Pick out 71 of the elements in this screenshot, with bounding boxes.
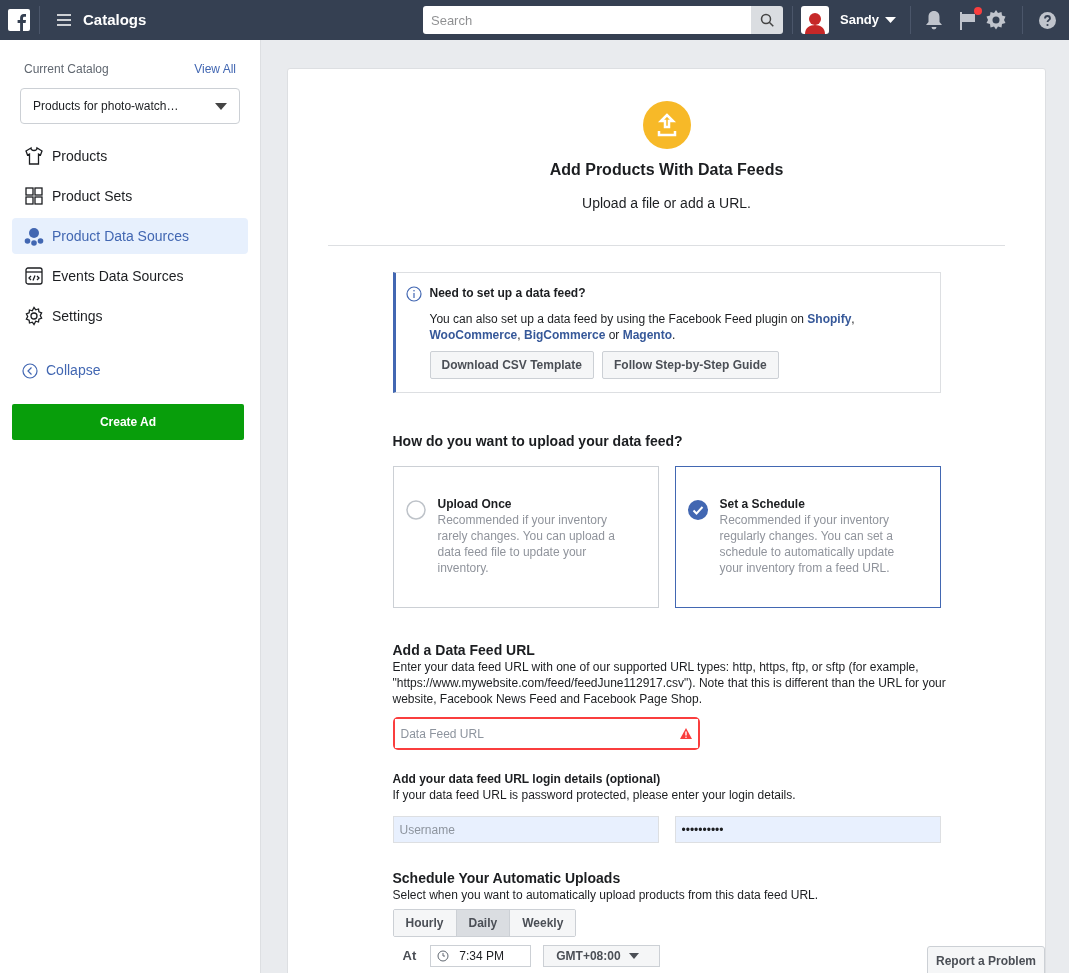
report-problem-button[interactable]: Report a Problem	[927, 946, 1045, 973]
at-label: At	[402, 947, 417, 966]
timezone-dropdown[interactable]: GMT+08:00	[543, 945, 661, 967]
option-description: Recommended if your inventory regularly changes. You can set a schedule to automatically update your inventory from a feed URL.	[719, 512, 896, 576]
sidebar-item[interactable]: Product Sets	[12, 178, 248, 214]
sidebar-item[interactable]: Settings	[12, 298, 248, 334]
chevron-left-circle-icon[interactable]	[22, 362, 38, 379]
search-icon	[760, 13, 774, 27]
platform-link[interactable]: Shopify	[807, 312, 852, 326]
section-description: If your data feed URL is password protected, please enter your login details.	[392, 787, 797, 803]
shirt-icon	[24, 146, 44, 166]
section-description: Select when you want to automatically upload products from this data feed URL.	[392, 887, 820, 903]
frequency-tab[interactable]: Daily	[455, 910, 510, 936]
menu-icon[interactable]	[57, 14, 71, 26]
upload-option-card[interactable]: Upload Once Recommended if your inventory rarely changes. You can upload a data feed file to update your inventory.	[392, 466, 659, 608]
flag-icon	[960, 12, 976, 30]
frequency-tab[interactable]: Weekly	[509, 910, 576, 936]
page-heading: Add Products With Data Feeds	[549, 160, 784, 180]
warning-icon	[679, 728, 692, 739]
sidebar-item[interactable]: Events Data Sources	[12, 258, 248, 294]
sidebar-item[interactable]: Product Data Sources	[12, 218, 248, 254]
code-window-icon	[24, 266, 44, 286]
help-icon[interactable]	[1039, 11, 1056, 29]
section-heading: Schedule Your Automatic Uploads	[392, 869, 622, 887]
page-title: Catalogs	[83, 9, 147, 30]
grid-icon	[24, 186, 44, 206]
view-all-link[interactable]: View All	[194, 60, 236, 78]
section-heading: Add a Data Feed URL	[392, 641, 536, 659]
dots-cluster-icon	[24, 226, 44, 246]
option-title: Set a Schedule	[719, 496, 806, 512]
option-title: Upload Once	[437, 496, 513, 512]
platform-link[interactable]: BigCommerce	[523, 328, 606, 342]
user-name[interactable]: Sandy	[840, 10, 879, 30]
radio-checked-icon[interactable]	[687, 500, 708, 520]
time-field[interactable]: 7:34 PM	[430, 945, 532, 967]
info-icon	[405, 286, 422, 302]
flag-button[interactable]	[960, 10, 980, 30]
section-heading: How do you want to upload your data feed?	[392, 432, 684, 451]
page-subtitle: Upload a file or add a URL.	[582, 194, 751, 213]
facebook-logo-icon[interactable]	[8, 9, 30, 31]
option-description: Recommended if your inventory rarely changes. You can upload a data feed file to update your inventory.	[437, 512, 616, 576]
caret-icon[interactable]	[885, 17, 896, 23]
upload-option-card[interactable]: Set a Schedule Recommended if your inventory regularly changes. You can set a schedule to automatically update your inventory from a feed URL.	[674, 466, 941, 608]
settings-icon	[24, 306, 44, 326]
search-field[interactable]: Search	[423, 6, 751, 34]
caret-icon	[628, 953, 639, 959]
avatar[interactable]	[801, 6, 829, 34]
search-button[interactable]	[751, 6, 783, 34]
info-title: Need to set up a data feed?	[429, 285, 587, 301]
upload-icon	[642, 101, 691, 149]
info-text: You can also set up a data feed by using the Facebook Feed plugin on Shopify, WooCommerce, BigCommerce or Magento.	[429, 311, 856, 343]
bell-icon[interactable]	[925, 10, 943, 30]
settings-icon[interactable]	[986, 10, 1006, 30]
secondary-button[interactable]: Follow Step-by-Step Guide	[601, 351, 779, 379]
create-ad-button[interactable]: Create Ad	[12, 404, 244, 440]
clock-icon	[437, 950, 450, 962]
sidebar-item[interactable]: Products	[12, 138, 248, 174]
caret-icon	[215, 102, 227, 110]
collapse-link[interactable]: Collapse	[46, 360, 101, 381]
section-heading: Add your data feed URL login details (optional)	[392, 771, 662, 787]
secondary-button[interactable]: Download CSV Template	[429, 351, 594, 379]
radio-button-icon[interactable]	[405, 500, 426, 520]
password-field[interactable]: ••••••••••	[674, 816, 941, 843]
section-label: Current Catalog	[24, 61, 109, 78]
catalog-dropdown[interactable]: Products for photo-watch…	[20, 88, 240, 124]
username-field[interactable]: Username	[392, 816, 659, 843]
person-silhouette-icon	[803, 10, 827, 34]
frequency-tab[interactable]: Hourly	[393, 910, 456, 936]
section-description: Enter your data feed URL with one of our supported URL types: http, https, ftp, or sftp (for example, "https://www.mywebsite.com/feed/feedJune112917.csv"). Note that this is different than the URL for your website, Facebook News Feed and Facebook Page Shop.	[392, 659, 947, 707]
data-feed-url-field[interactable]: Data Feed URL	[394, 719, 698, 748]
platform-link[interactable]: Magento	[622, 328, 672, 342]
